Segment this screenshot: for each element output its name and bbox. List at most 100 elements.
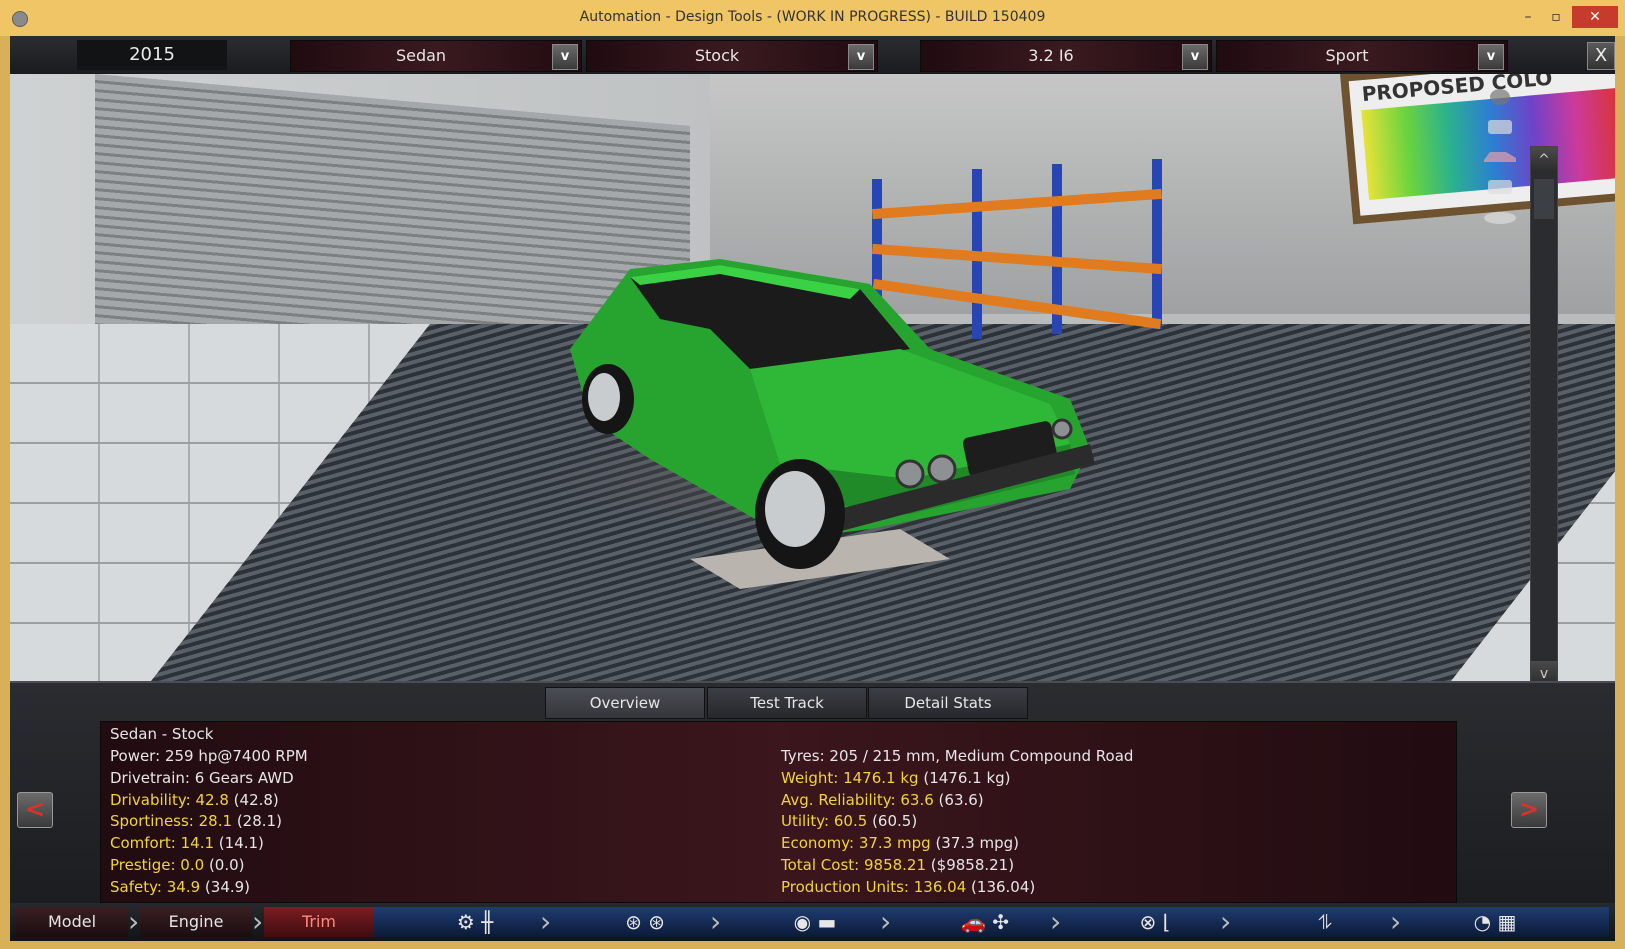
step-chevron: ›: [880, 905, 892, 938]
trim-dropdown-label: Sport: [1325, 46, 1369, 65]
color-poster: PROPOSED COLO: [1340, 74, 1615, 225]
top-view-icon[interactable]: [1480, 116, 1520, 136]
stat-row: Tyres: 205 / 215 mm, Medium Compound Roa…: [781, 746, 1133, 766]
variant-dropdown-button[interactable]: v: [848, 44, 874, 70]
stat-base-value: (34.9): [204, 877, 251, 896]
tab-detail-stats[interactable]: Detail Stats: [868, 687, 1028, 719]
stat-base-value: (42.8): [233, 790, 279, 809]
body-dropdown-button[interactable]: v: [552, 44, 578, 70]
test-drive-icon[interactable]: ◔ ▦: [1440, 909, 1550, 935]
close-window-button[interactable]: ✕: [1572, 6, 1618, 28]
window-title-bar[interactable]: Automation - Design Tools - (WORK IN PRO…: [0, 0, 1625, 36]
stat-label: Safety:: [110, 877, 162, 896]
step-trim[interactable]: Trim: [264, 907, 374, 937]
variant-dropdown[interactable]: Stock v: [586, 40, 878, 72]
scroll-thumb[interactable]: [1534, 179, 1554, 219]
wheels-icon[interactable]: ⊛ ⊛: [590, 909, 700, 935]
stat-label: Power:: [110, 747, 161, 765]
design-steps-bar: Model › Engine › Trim ⚙ ╫ › ⊛ ⊛ › ◉ ▬ › 🚗 ✣ › ⊗ …: [10, 903, 1615, 941]
body-dropdown[interactable]: Sedan v: [290, 40, 582, 72]
next-car-button[interactable]: >: [1511, 792, 1547, 828]
stat-row: Utility: 60.5 (60.5): [781, 811, 917, 831]
stat-label: Avg. Reliability:: [781, 790, 896, 809]
stat-label: Weight:: [781, 768, 839, 787]
stat-base-value: (136.04): [971, 877, 1036, 896]
stat-value: 9858.21: [863, 856, 927, 874]
stat-label: Economy:: [781, 834, 855, 853]
stat-label: Tyres:: [781, 747, 825, 765]
stat-value: 0.0: [180, 856, 205, 874]
stat-base-value: (63.6): [938, 790, 984, 809]
maximize-button[interactable]: ▫: [1546, 6, 1566, 28]
stat-base-value: (60.5): [872, 812, 918, 831]
stat-value: 136.04: [913, 877, 967, 896]
app-content: 2015 Sedan v Stock v 3.2 I6 v Sport v X …: [10, 36, 1615, 941]
view-scrollbar[interactable]: ^ v: [1530, 146, 1558, 681]
stat-value: 60.5: [833, 812, 868, 831]
engine-dropdown[interactable]: 3.2 I6 v: [920, 40, 1212, 72]
step-chevron: ›: [540, 905, 552, 938]
car-3d-viewport[interactable]: PROPOSED COLO ^ v: [10, 74, 1615, 681]
step-engine[interactable]: Engine: [140, 907, 252, 937]
stat-value: 6 Gears AWD: [194, 768, 294, 787]
engine-dropdown-button[interactable]: v: [1182, 44, 1208, 70]
stat-base-value: (0.0): [208, 856, 245, 874]
stat-label: Drivetrain:: [110, 768, 190, 787]
side-view-icon[interactable]: [1480, 146, 1520, 166]
stat-row: Sportiness: 28.1 (28.1): [110, 811, 282, 831]
scroll-down-button[interactable]: v: [1531, 661, 1557, 681]
stat-label: Drivability:: [110, 790, 191, 809]
stat-base-value: (28.1): [236, 812, 282, 831]
step-chevron: ›: [710, 905, 722, 938]
stat-row: Drivability: 42.8 (42.8): [110, 790, 279, 810]
minimize-button[interactable]: –: [1518, 6, 1538, 28]
stat-value: 28.1: [198, 812, 233, 831]
aero-cooling-icon[interactable]: 🚗 ✣: [930, 909, 1040, 935]
stat-value: 34.9: [166, 877, 201, 896]
stat-value: 37.3 mpg: [858, 834, 931, 853]
step-model[interactable]: Model: [16, 907, 128, 937]
year-display[interactable]: 2015: [77, 40, 227, 70]
step-chevron: ›: [1390, 905, 1402, 938]
stat-label: Utility:: [781, 812, 830, 831]
rear-view-icon[interactable]: [1480, 176, 1520, 196]
stat-label: Production Units:: [781, 877, 909, 896]
stat-row: Power: 259 hp@7400 RPM: [110, 746, 308, 766]
stat-base-value: (37.3 mpg): [935, 834, 1019, 853]
interior-steering-icon[interactable]: ⊗ ⌊: [1100, 909, 1210, 935]
step-chevron: ›: [1050, 905, 1062, 938]
stat-label: Prestige:: [110, 856, 176, 874]
stat-row: Safety: 34.9 (34.9): [110, 877, 250, 897]
stat-row: Economy: 37.3 mpg (37.3 mpg): [781, 833, 1019, 853]
stat-value: 63.6: [900, 790, 934, 809]
overview-stats: Sedan - Stock Power: 259 hp@7400 RPM Driv…: [100, 721, 1457, 903]
front-view-icon[interactable]: [1480, 86, 1520, 106]
previous-car-button[interactable]: <: [17, 792, 53, 828]
suspension-icon[interactable]: ⥮: [1270, 909, 1380, 935]
stat-value: 205 / 215 mm, Medium Compound Road: [829, 747, 1134, 765]
stat-base-value: ($9858.21): [930, 856, 1015, 874]
stat-row: Total Cost: 9858.21 ($9858.21): [781, 855, 1014, 875]
design-toolbar: 2015 Sedan v Stock v 3.2 I6 v Sport v X: [10, 36, 1615, 75]
stat-row: Weight: 1476.1 kg (1476.1 kg): [781, 768, 1011, 788]
stat-label: Sportiness:: [110, 812, 194, 831]
variant-dropdown-label: Stock: [694, 46, 740, 65]
stats-panel: Overview Test Track Detail Stats < > Sed…: [10, 681, 1615, 905]
trim-dropdown-button[interactable]: v: [1478, 44, 1504, 70]
close-designer-button[interactable]: X: [1587, 42, 1615, 70]
stat-row: Comfort: 14.1 (14.1): [110, 833, 264, 853]
perspective-view-icon[interactable]: [1480, 206, 1520, 226]
car-model[interactable]: [570, 229, 1110, 589]
scroll-up-button[interactable]: ^: [1531, 147, 1557, 173]
tab-overview[interactable]: Overview: [545, 687, 705, 719]
tab-test-track[interactable]: Test Track: [707, 687, 867, 719]
engine-dropdown-label: 3.2 I6: [1028, 46, 1074, 65]
gearbox-icon[interactable]: ⚙ ╫: [420, 909, 530, 935]
stat-row: Avg. Reliability: 63.6 (63.6): [781, 790, 984, 810]
body-paint-icon[interactable]: ◉ ▬: [760, 909, 870, 935]
trim-dropdown[interactable]: Sport v: [1216, 40, 1508, 72]
stat-value: 42.8: [195, 790, 229, 809]
stats-header: Sedan - Stock: [110, 725, 214, 743]
stat-base-value: (14.1): [218, 834, 264, 853]
body-dropdown-label: Sedan: [395, 46, 447, 65]
